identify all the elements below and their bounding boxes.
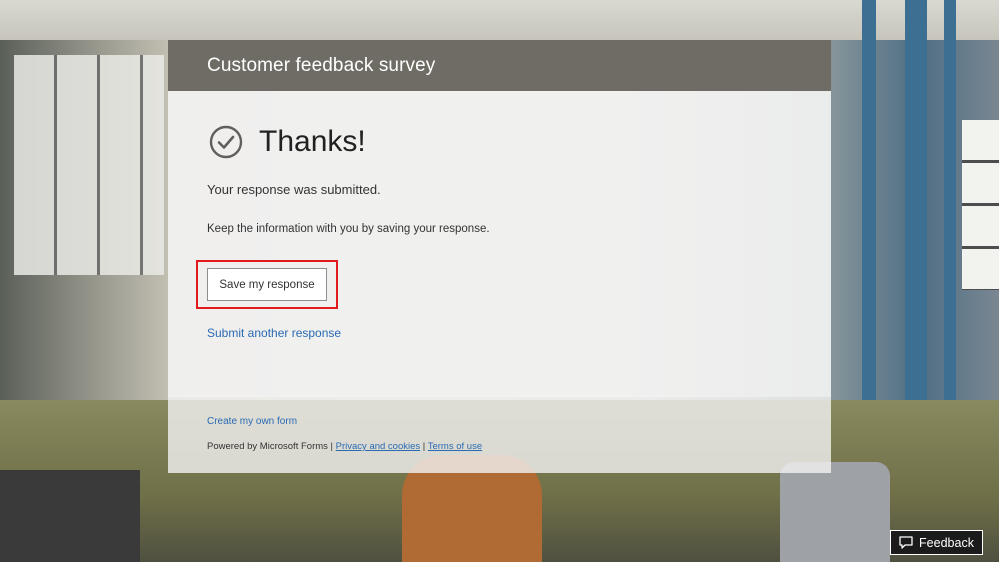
background-chair	[780, 462, 890, 562]
background-window-left	[14, 55, 164, 275]
survey-footer: Create my own form Powered by Microsoft …	[168, 396, 831, 473]
save-response-button[interactable]: Save my response	[207, 268, 327, 301]
powered-by-line: Powered by Microsoft Forms | Privacy and…	[207, 441, 482, 452]
background-desk	[0, 470, 140, 562]
background-window-right	[962, 120, 999, 290]
comment-icon	[899, 536, 913, 549]
check-circle-icon	[209, 125, 243, 159]
confirmation-body: Thanks! Your response was submitted. Kee…	[168, 91, 831, 396]
survey-panel: Customer feedback survey Thanks! Your re…	[168, 40, 831, 473]
powered-by-text: Powered by Microsoft Forms |	[207, 441, 334, 452]
keep-info-message: Keep the information with you by saving …	[207, 223, 490, 235]
terms-link[interactable]: Terms of use	[428, 441, 482, 452]
submitted-message: Your response was submitted.	[207, 182, 381, 197]
survey-title: Customer feedback survey	[207, 54, 436, 76]
background-ceiling	[0, 0, 999, 40]
survey-header: Customer feedback survey	[168, 40, 831, 91]
feedback-label: Feedback	[919, 535, 974, 550]
privacy-link[interactable]: Privacy and cookies	[336, 441, 420, 452]
thanks-row: Thanks!	[209, 125, 366, 159]
separator: |	[422, 441, 426, 452]
thanks-heading: Thanks!	[259, 125, 366, 158]
submit-another-response-link[interactable]: Submit another response	[207, 326, 341, 340]
feedback-button[interactable]: Feedback	[890, 530, 983, 555]
create-form-link[interactable]: Create my own form	[207, 416, 297, 427]
